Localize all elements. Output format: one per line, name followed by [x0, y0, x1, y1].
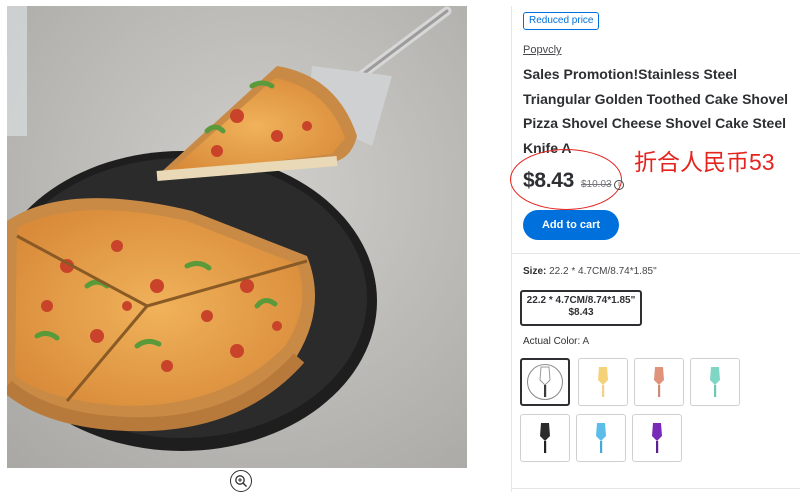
size-option-price: $8.43 [568, 307, 594, 318]
knife-icon [710, 367, 720, 397]
original-price: $10.03 [581, 179, 612, 190]
zoom-in-button[interactable] [230, 470, 252, 492]
knife-icon [654, 367, 664, 397]
knife-icon [598, 367, 608, 397]
product-image[interactable] [7, 6, 467, 468]
color-swatch-a[interactable] [520, 358, 570, 406]
color-swatch-purple[interactable] [632, 414, 682, 462]
knife-icon [596, 423, 606, 453]
knife-icon [540, 423, 550, 453]
color-value: A [582, 336, 590, 347]
color-swatch-gold[interactable] [578, 358, 628, 406]
brand-link[interactable]: Popvcly [523, 44, 562, 56]
knife-icon [539, 366, 551, 397]
info-icon[interactable]: i [614, 180, 624, 190]
size-value: 22.2 * 4.7CM/8.74*1.85" [549, 266, 657, 277]
color-swatch-black[interactable] [520, 414, 570, 462]
size-option[interactable]: 22.2 * 4.7CM/8.74*1.85" $8.43 [520, 290, 642, 326]
knife-icon [652, 423, 662, 453]
color-row: Actual Color: A [523, 336, 589, 347]
size-row: Size: 22.2 * 4.7CM/8.74*1.85" [523, 266, 657, 277]
section-divider [512, 253, 800, 254]
zoom-in-icon [235, 475, 247, 487]
color-swatch-blue[interactable] [576, 414, 626, 462]
size-label: Size: [523, 266, 547, 277]
current-price: $8.43 [523, 169, 575, 192]
reduced-price-badge: Reduced price [523, 12, 600, 30]
color-label: Actual Color: [523, 336, 581, 347]
add-to-cart-button[interactable]: Add to cart [523, 210, 619, 240]
price-annotation: 折合人民币53 [634, 149, 775, 175]
color-swatch-copper[interactable] [634, 358, 684, 406]
color-swatch-mint[interactable] [690, 358, 740, 406]
divider [511, 6, 512, 492]
size-option-label: 22.2 * 4.7CM/8.74*1.85" [526, 295, 636, 306]
section-divider [512, 488, 800, 489]
